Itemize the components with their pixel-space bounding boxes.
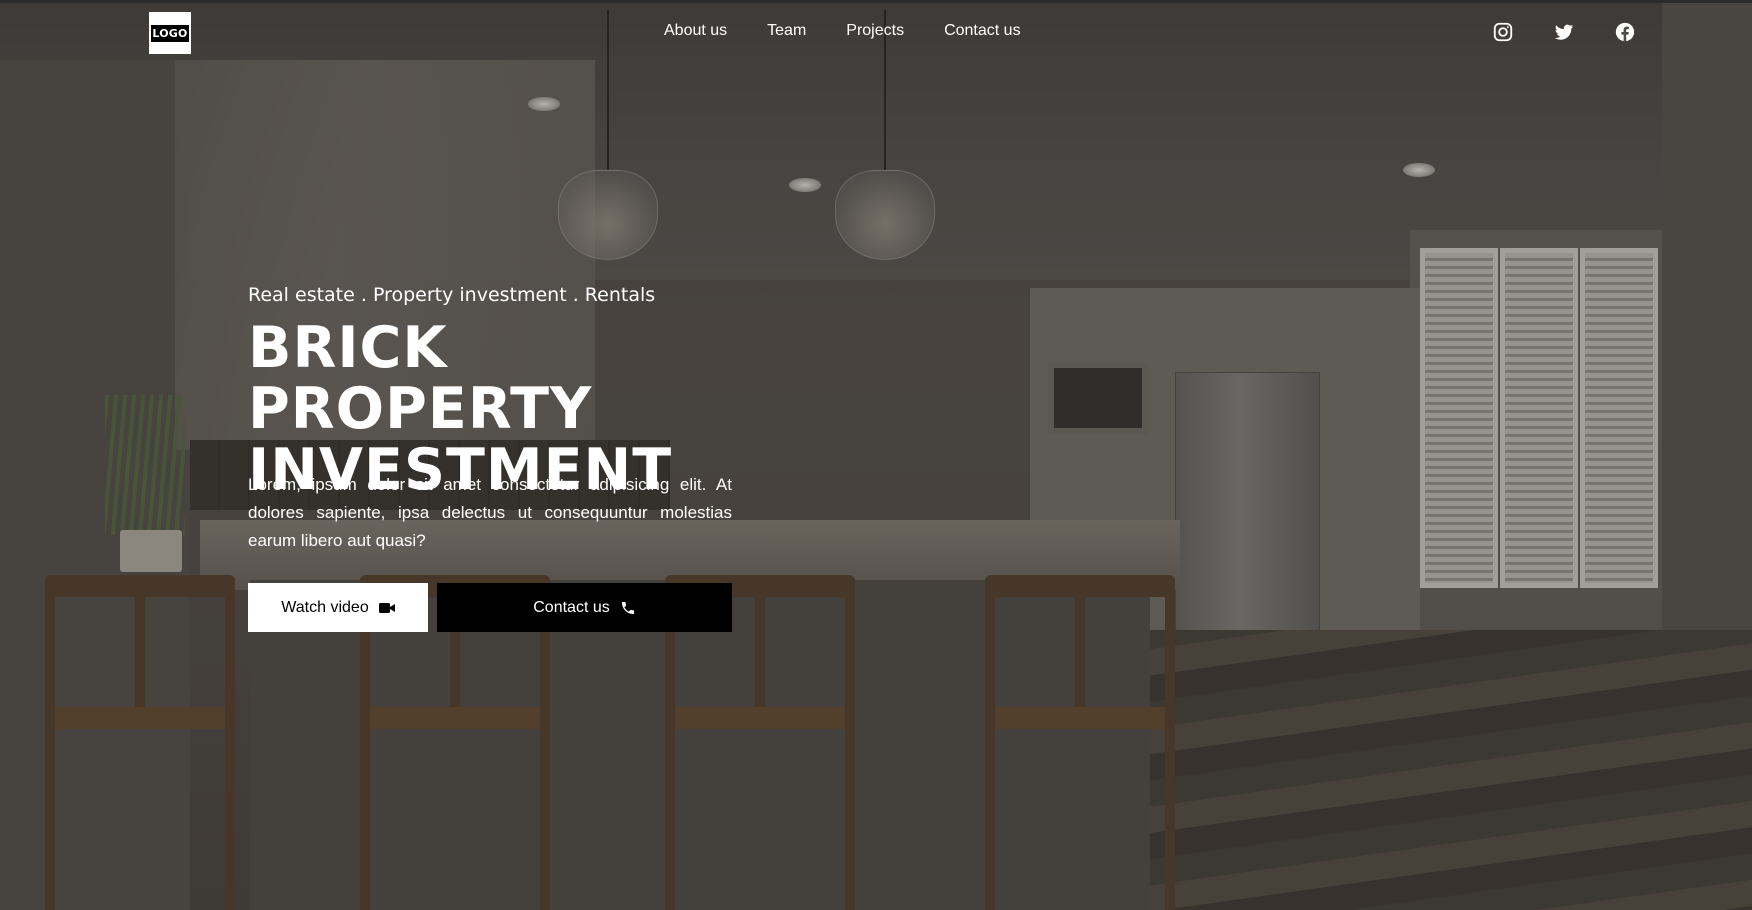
- contact-us-label: Contact us: [533, 598, 610, 616]
- hero-tagline: Real estate . Property investment . Rent…: [248, 284, 656, 306]
- main-nav: About us Team Projects Contact us: [664, 22, 1021, 40]
- twitter-icon[interactable]: [1553, 21, 1575, 43]
- social-links: [1492, 21, 1636, 43]
- hero-description: Lorem, ipsum dolor sit amet consectetur …: [248, 475, 732, 550]
- top-border: [0, 0, 1752, 3]
- nav-link-team[interactable]: Team: [767, 22, 806, 40]
- logo[interactable]: LOGO: [149, 12, 191, 54]
- nav-link-about-us[interactable]: About us: [664, 22, 727, 40]
- facebook-icon[interactable]: [1614, 21, 1636, 43]
- instagram-icon[interactable]: [1492, 21, 1514, 43]
- hero-section: LOGO About us Team Projects Contact us R…: [0, 0, 1752, 910]
- contact-us-button[interactable]: Contact us: [437, 583, 732, 632]
- logo-text: LOGO: [150, 23, 190, 43]
- phone-icon: [621, 601, 634, 614]
- nav-link-contact-us[interactable]: Contact us: [944, 22, 1020, 40]
- watch-video-button[interactable]: Watch video: [248, 583, 428, 632]
- video-camera-icon: [378, 602, 395, 613]
- hero-headline-line-1: BRICK PROPERTY: [248, 315, 593, 442]
- watch-video-label: Watch video: [281, 598, 369, 616]
- nav-link-projects[interactable]: Projects: [846, 22, 904, 40]
